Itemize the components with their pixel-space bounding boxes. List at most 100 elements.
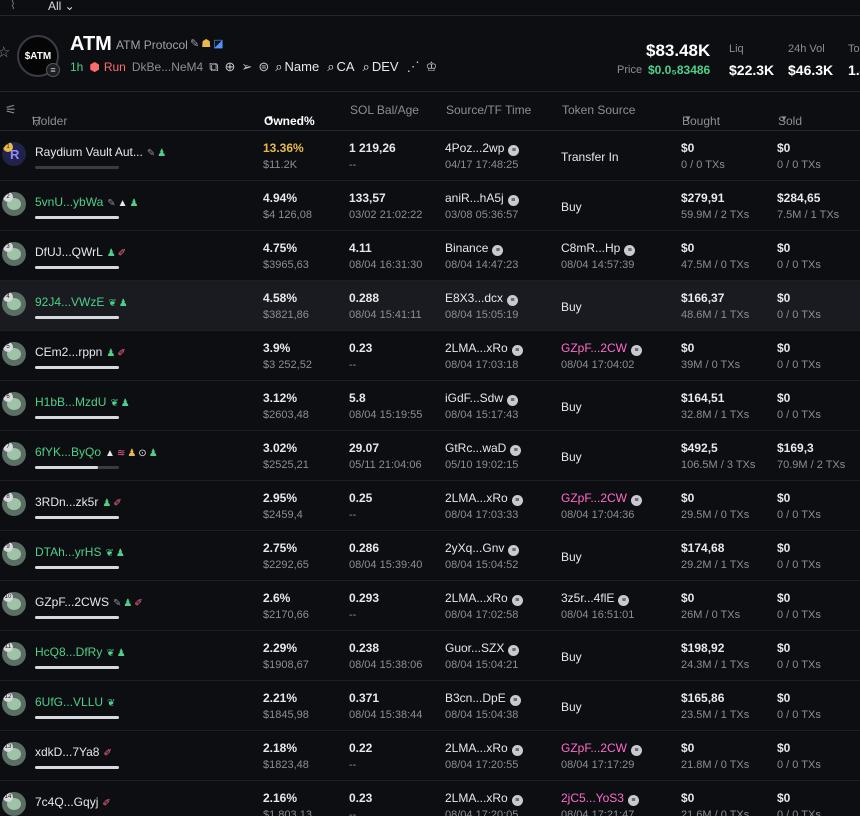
holder-address[interactable]: 6UfG...VLLU ❦ — [35, 695, 117, 709]
holder-address[interactable]: H1bB...MzdU ❦♟ — [35, 395, 132, 409]
top-strip: ⌇ All ⌄ — [0, 0, 860, 16]
token-source[interactable]: C8mR...Hp ≡ — [561, 241, 636, 256]
token-source[interactable]: GZpF...2CW ≡ — [561, 491, 643, 506]
table-row[interactable]: 5 CEm2...rppn ♟✐ 3.9% $3 252,52 0.23 -- 2… — [0, 331, 860, 381]
funding-source[interactable]: B3cn...DpE ≡ — [445, 691, 521, 706]
filter-dropdown[interactable]: All ⌄ — [48, 0, 75, 13]
funding-source[interactable]: GtRc...waD ≡ — [445, 441, 522, 456]
coin-icon: ≡ — [508, 645, 520, 656]
holder-address[interactable]: 6fYK...ByQo ▲≋♟⊙♟ — [35, 445, 160, 459]
holder-address[interactable]: 92J4...VWzE ❦♟ — [35, 295, 130, 309]
star-icon[interactable]: ☆ — [0, 43, 10, 61]
token-source[interactable]: Buy — [561, 300, 582, 314]
funding-source[interactable]: 2LMA...xRo ≡ — [445, 491, 523, 506]
owned-percent: 4.75% — [263, 241, 298, 255]
token-age: 1h — [70, 60, 84, 74]
sold-usd: $0 — [777, 141, 791, 155]
holder-address[interactable]: 5vnU...ybWa ✎▲♟ — [35, 195, 141, 209]
table-row[interactable]: 8 3RDn...zk5r ♟✐ 2.95% $2459,4 0.25 -- 2L… — [0, 481, 860, 531]
chart-icon[interactable]: ⌇ — [10, 0, 16, 12]
funding-source[interactable]: 2LMA...xRo ≡ — [445, 741, 523, 756]
telegram-icon[interactable]: ➢ — [241, 59, 252, 75]
funding-source[interactable]: 4Poz...2wp ≡ — [445, 141, 520, 156]
table-row[interactable]: 14 7c4Q...Gqyj ✐ 2.16% $1 803,13 0.23 -- … — [0, 781, 860, 816]
table-row[interactable]: 10 GZpF...2CWS ✎♟✐ 2.6% $2170,66 0.293 --… — [0, 581, 860, 631]
token-source[interactable]: Buy — [561, 200, 582, 214]
crown-icon[interactable]: ♔ — [426, 59, 438, 75]
share-icon[interactable]: ⋰ — [407, 59, 420, 75]
funding-source[interactable]: 2LMA...xRo ≡ — [445, 791, 523, 806]
table-row[interactable]: 13 xdkD...7Ya8 ✐ 2.18% $1823,48 0.22 -- 2… — [0, 731, 860, 781]
bought-detail: 26M / 0 TXs — [681, 609, 741, 621]
table-row[interactable]: 6 H1bB...MzdU ❦♟ 3.12% $2603,48 5.8 08/04… — [0, 381, 860, 431]
filter-icon[interactable]: ▽ — [32, 114, 41, 128]
token-source[interactable]: Buy — [561, 450, 582, 464]
holder-address[interactable]: DTAh...yrHS ❦♟ — [35, 545, 127, 559]
search-name-button[interactable]: ⌕ Name — [275, 59, 319, 75]
coin-icon: ≡ — [631, 745, 643, 756]
holder-address[interactable]: HcQ8...DfRy ❦♟ — [35, 645, 128, 659]
holding-progress-bar — [35, 616, 119, 619]
token-source[interactable]: Buy — [561, 550, 582, 564]
holder-address[interactable]: DfUJ...QWrL ♟✐ — [35, 245, 128, 259]
token-source[interactable]: GZpF...2CW ≡ — [561, 741, 643, 756]
owned-percent: 2.95% — [263, 491, 298, 505]
table-row[interactable]: 11 HcQ8...DfRy ❦♟ 2.29% $1908,67 0.238 08… — [0, 631, 860, 681]
search-dev-button[interactable]: ⌕ DEV — [363, 59, 399, 75]
holder-address[interactable]: 3RDn...zk5r ♟✐ — [35, 495, 124, 509]
holder-address[interactable]: 7c4Q...Gqyj ✐ — [35, 795, 113, 809]
sold-detail: 0 / 0 TXs — [777, 359, 821, 371]
funding-source[interactable]: 2LMA...xRo ≡ — [445, 591, 523, 606]
pump-icon[interactable]: ⊜ — [258, 59, 269, 75]
funding-source[interactable]: iGdF...Sdw ≡ — [445, 391, 519, 406]
globe-icon[interactable]: ⊕ — [225, 59, 236, 75]
holder-address[interactable]: CEm2...rppn ♟✐ — [35, 345, 128, 359]
token-source[interactable]: GZpF...2CW ≡ — [561, 341, 643, 356]
holding-progress-bar — [35, 216, 119, 219]
vol-label: 24h Vol — [788, 43, 825, 55]
sold-detail: 0 / 0 TXs — [777, 409, 821, 421]
wallet-age: 08/04 15:19:55 — [349, 409, 423, 421]
holding-progress-bar — [35, 366, 119, 369]
owned-usd: $1845,98 — [263, 709, 309, 721]
funding-source[interactable]: E8X3...dcx ≡ — [445, 291, 519, 306]
sold-usd: $0 — [777, 591, 791, 605]
table-row[interactable]: 9 DTAh...yrHS ❦♟ 2.75% $2292,65 0.286 08/… — [0, 531, 860, 581]
holding-progress-bar — [35, 466, 119, 469]
copy-icon[interactable]: ⧉ — [209, 59, 218, 75]
token-source[interactable]: Buy — [561, 700, 582, 714]
token-source[interactable]: Transfer In — [561, 150, 619, 164]
token-source[interactable]: 2jC5...YoS3 ≡ — [561, 791, 639, 806]
coin-icon: ≡ — [510, 445, 522, 456]
funding-time: 08/04 15:17:43 — [445, 409, 519, 421]
col-source-tf-time[interactable]: Source/TF Time — [446, 103, 531, 117]
holder-address[interactable]: xdkD...7Ya8 ✐ — [35, 745, 114, 759]
funding-source[interactable]: Guor...SZX ≡ — [445, 641, 520, 656]
search-ca-button[interactable]: ⌕ CA — [327, 59, 354, 75]
table-row[interactable]: 12 6UfG...VLLU ❦ 2.21% $1845,98 0.371 08/… — [0, 681, 860, 731]
funding-source[interactable]: 2yXq...Gnv ≡ — [445, 541, 520, 556]
token-source[interactable]: 3z5r...4flE ≡ — [561, 591, 630, 606]
holder-address[interactable]: Raydium Vault Aut... ✎♟ — [35, 145, 168, 159]
holder-address[interactable]: GZpF...2CWS ✎♟✐ — [35, 595, 145, 609]
table-row[interactable]: 7 6fYK...ByQo ▲≋♟⊙♟ 3.02% $2525,21 29.07 … — [0, 431, 860, 481]
funding-time: 08/04 17:03:18 — [445, 359, 519, 371]
token-address[interactable]: DkBe...NeM4 — [132, 60, 203, 74]
owned-percent: 2.6% — [263, 591, 291, 605]
token-source[interactable]: Buy — [561, 400, 582, 414]
table-row[interactable]: R 1 Raydium Vault Aut... ✎♟ 13.36% $11.2K… — [0, 131, 860, 181]
funding-source[interactable]: 2LMA...xRo ≡ — [445, 341, 523, 356]
sold-detail: 0 / 0 TXs — [777, 509, 821, 521]
col-token-source[interactable]: Token Source — [562, 103, 635, 117]
edit-icon[interactable]: ✎ — [190, 38, 201, 50]
col-sol-bal-age[interactable]: SOL Bal/Age — [350, 103, 419, 117]
token-source[interactable]: Buy — [561, 650, 582, 664]
table-row[interactable]: 3 DfUJ...QWrL ♟✐ 4.75% $3965,63 4.11 08/0… — [0, 231, 860, 281]
settings-sliders-icon[interactable]: ⚟ — [5, 102, 17, 118]
table-row[interactable]: 4 92J4...VWzE ❦♟ 4.58% $3821,86 0.288 08/… — [0, 281, 860, 331]
funding-source[interactable]: Binance ≡ — [445, 241, 504, 256]
holding-progress-bar — [35, 716, 119, 719]
funding-source[interactable]: aniR...hA5j ≡ — [445, 191, 519, 206]
table-row[interactable]: 2 5vnU...ybWa ✎▲♟ 4.94% $4 126,08 133,57 … — [0, 181, 860, 231]
coin-icon: ≡ — [624, 245, 636, 256]
